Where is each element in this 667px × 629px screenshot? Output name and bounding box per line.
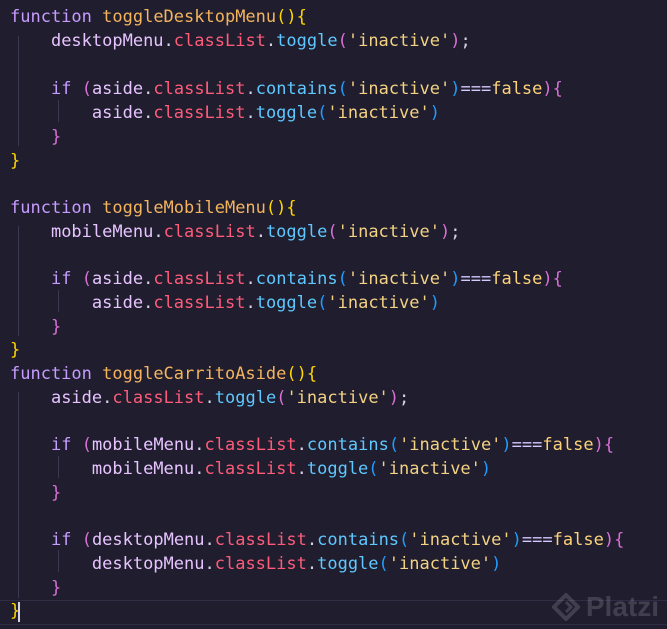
code-line-14[interactable]: }	[10, 316, 61, 338]
watermark-text: Platzi	[585, 591, 659, 622]
platzi-watermark: Platzi	[551, 591, 659, 623]
code-line-2[interactable]: desktopMenu.classList.toggle('inactive')…	[10, 30, 471, 52]
code-line-6[interactable]: }	[10, 126, 61, 148]
text-cursor	[18, 602, 20, 622]
code-editor[interactable]: function toggleDesktopMenu(){ desktopMen…	[0, 0, 667, 629]
platzi-logo-icon	[551, 593, 580, 621]
code-line-5[interactable]: aside.classList.toggle('inactive')	[10, 102, 440, 124]
code-line-16[interactable]: function toggleCarritoAside(){	[10, 363, 317, 385]
code-line-17[interactable]: aside.classList.toggle('inactive');	[10, 387, 409, 409]
code-line-4[interactable]: if (aside.classList.contains('inactive')…	[10, 78, 563, 100]
code-line-20[interactable]: mobileMenu.classList.toggle('inactive')	[10, 458, 491, 480]
code-line-13[interactable]: aside.classList.toggle('inactive')	[10, 292, 440, 314]
code-line-23[interactable]: if (desktopMenu.classList.contains('inac…	[10, 529, 624, 551]
code-line-21[interactable]: }	[10, 482, 61, 504]
code-line-10[interactable]: mobileMenu.classList.toggle('inactive');	[10, 221, 461, 243]
code-line-25[interactable]: }	[10, 577, 61, 599]
code-line-9[interactable]: function toggleMobileMenu(){	[10, 197, 297, 219]
code-line-1[interactable]: function toggleDesktopMenu(){	[10, 6, 307, 28]
code-line-12[interactable]: if (aside.classList.contains('inactive')…	[10, 268, 563, 290]
code-line-7[interactable]: }	[10, 150, 20, 172]
code-line-24[interactable]: desktopMenu.classList.toggle('inactive')	[10, 553, 502, 575]
code-line-19[interactable]: if (mobileMenu.classList.contains('inact…	[10, 434, 614, 456]
code-line-15[interactable]: }	[10, 339, 20, 361]
